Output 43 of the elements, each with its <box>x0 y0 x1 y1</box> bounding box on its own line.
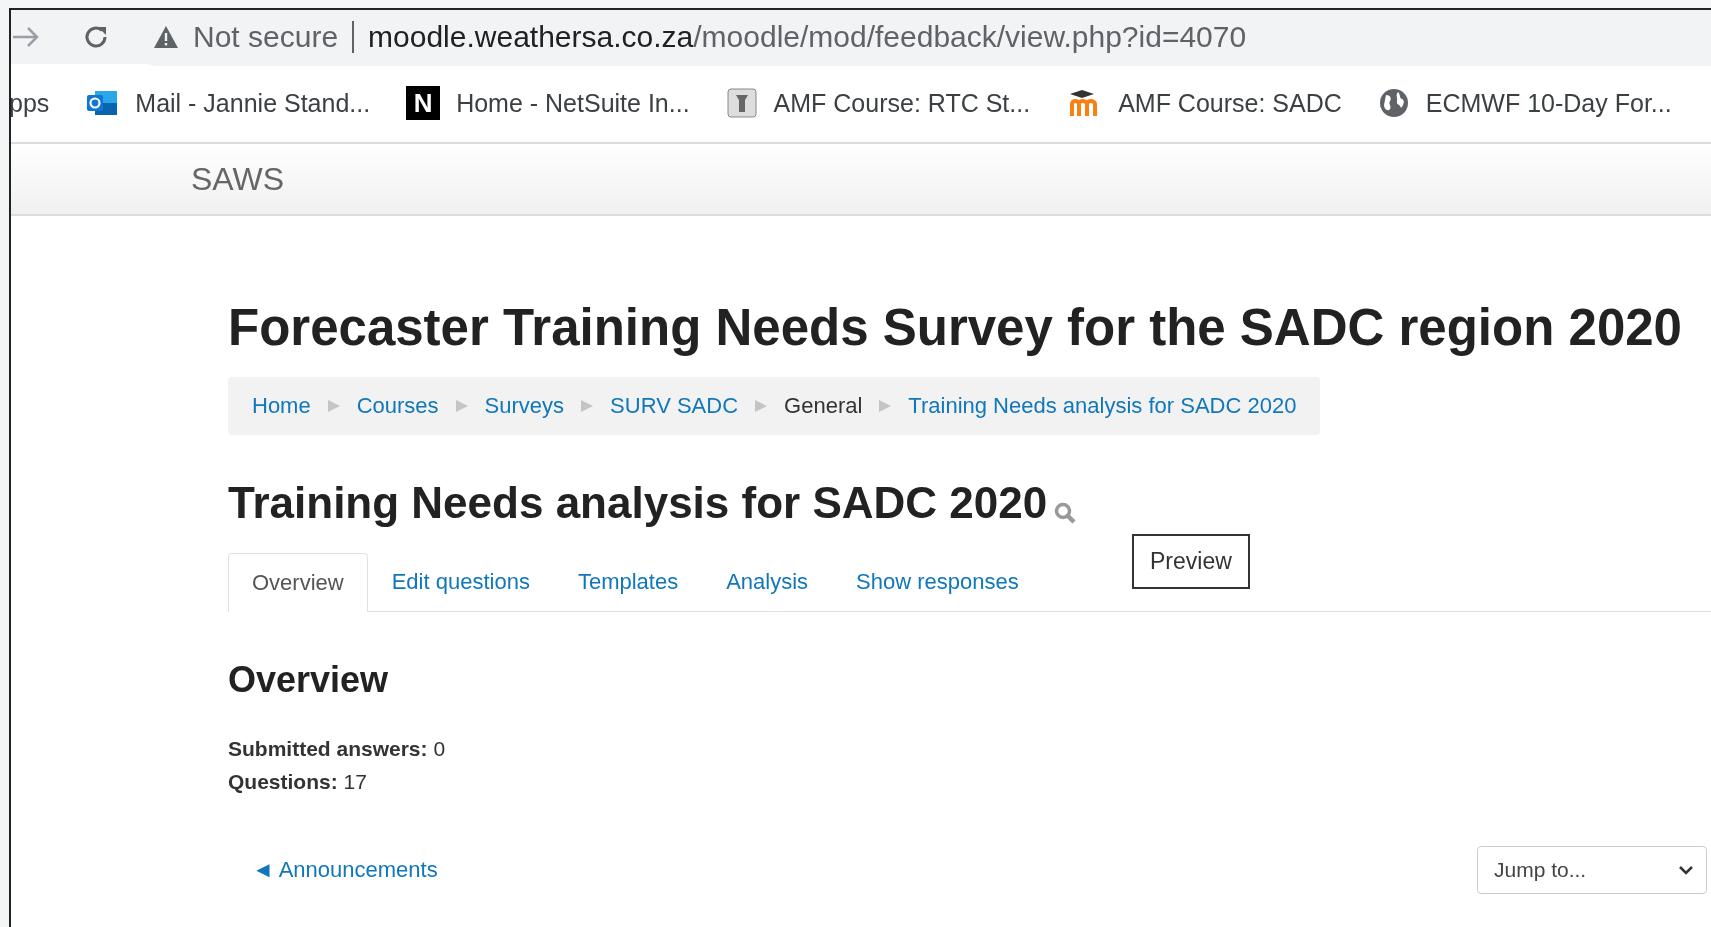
security-label: Not secure <box>193 20 339 54</box>
bookmark[interactable]: ECMWF 10-Day For... <box>1377 87 1672 119</box>
breadcrumb-link[interactable]: Surveys <box>484 393 565 419</box>
jump-to-select[interactable]: Jump to... <box>1477 846 1707 894</box>
tab[interactable]: Templates <box>553 552 703 611</box>
breadcrumb-link[interactable]: SURV SADC <box>610 393 739 419</box>
section-heading: Overview <box>228 662 390 698</box>
tab[interactable]: Edit questions <box>367 552 554 611</box>
tab[interactable]: Show responses <box>832 552 1043 611</box>
separator-icon <box>580 399 595 413</box>
bookmark-label: Home - NetSuite In... <box>456 88 690 118</box>
bookmark[interactable]: Mail - Jannie Stand... <box>85 87 371 119</box>
separator-icon <box>454 399 469 413</box>
bookmark-label: AMF Course: SADC <box>1118 88 1342 118</box>
breadcrumb-link[interactable]: Home <box>252 393 311 419</box>
tab[interactable]: Overview <box>228 553 368 612</box>
separator-icon <box>326 399 341 413</box>
breadcrumb-label: General <box>784 393 863 419</box>
bookmark-label: pps <box>11 88 50 118</box>
bookmark[interactable]: N Home - NetSuite In... <box>406 86 690 120</box>
separator-icon <box>754 399 769 413</box>
bookmark-label: Mail - Jannie Stand... <box>135 88 371 118</box>
logo-icon: N <box>406 86 441 120</box>
previous-activity-link[interactable]: ◄ Announcements <box>252 857 438 883</box>
separator-icon <box>878 399 893 413</box>
warning-icon <box>153 25 179 49</box>
breadcrumb-link[interactable]: Courses <box>356 393 439 419</box>
bookmark-label: AMF Course: RTC St... <box>773 88 1031 118</box>
url-text: moodle.weathersa.co.za/moodle/mod/feedback/view.php?id=4070 <box>368 20 1247 54</box>
preview-button[interactable]: Preview <box>1132 534 1250 589</box>
stat-line: Submitted answers: 0 <box>228 736 447 762</box>
globe-icon <box>1377 87 1410 119</box>
bookmark[interactable]: AMF Course: SADC <box>1066 88 1342 118</box>
breadcrumb-link[interactable]: Training Needs analysis for SADC 2020 <box>908 393 1297 419</box>
site-name[interactable]: SAWS <box>191 160 285 198</box>
search-icon[interactable] <box>1053 501 1078 525</box>
activity-title: Training Needs analysis for SADC 2020 <box>228 481 1048 525</box>
tab[interactable]: Analysis <box>702 552 833 611</box>
bookmark-label: ECMWF 10-Day For... <box>1425 88 1672 118</box>
forward-icon[interactable] <box>11 25 41 49</box>
chevron-down-icon <box>1678 865 1694 875</box>
stat-line: Questions: 17 <box>228 769 368 795</box>
bookmark[interactable]: AMF Course: RTC St... <box>725 87 1031 119</box>
